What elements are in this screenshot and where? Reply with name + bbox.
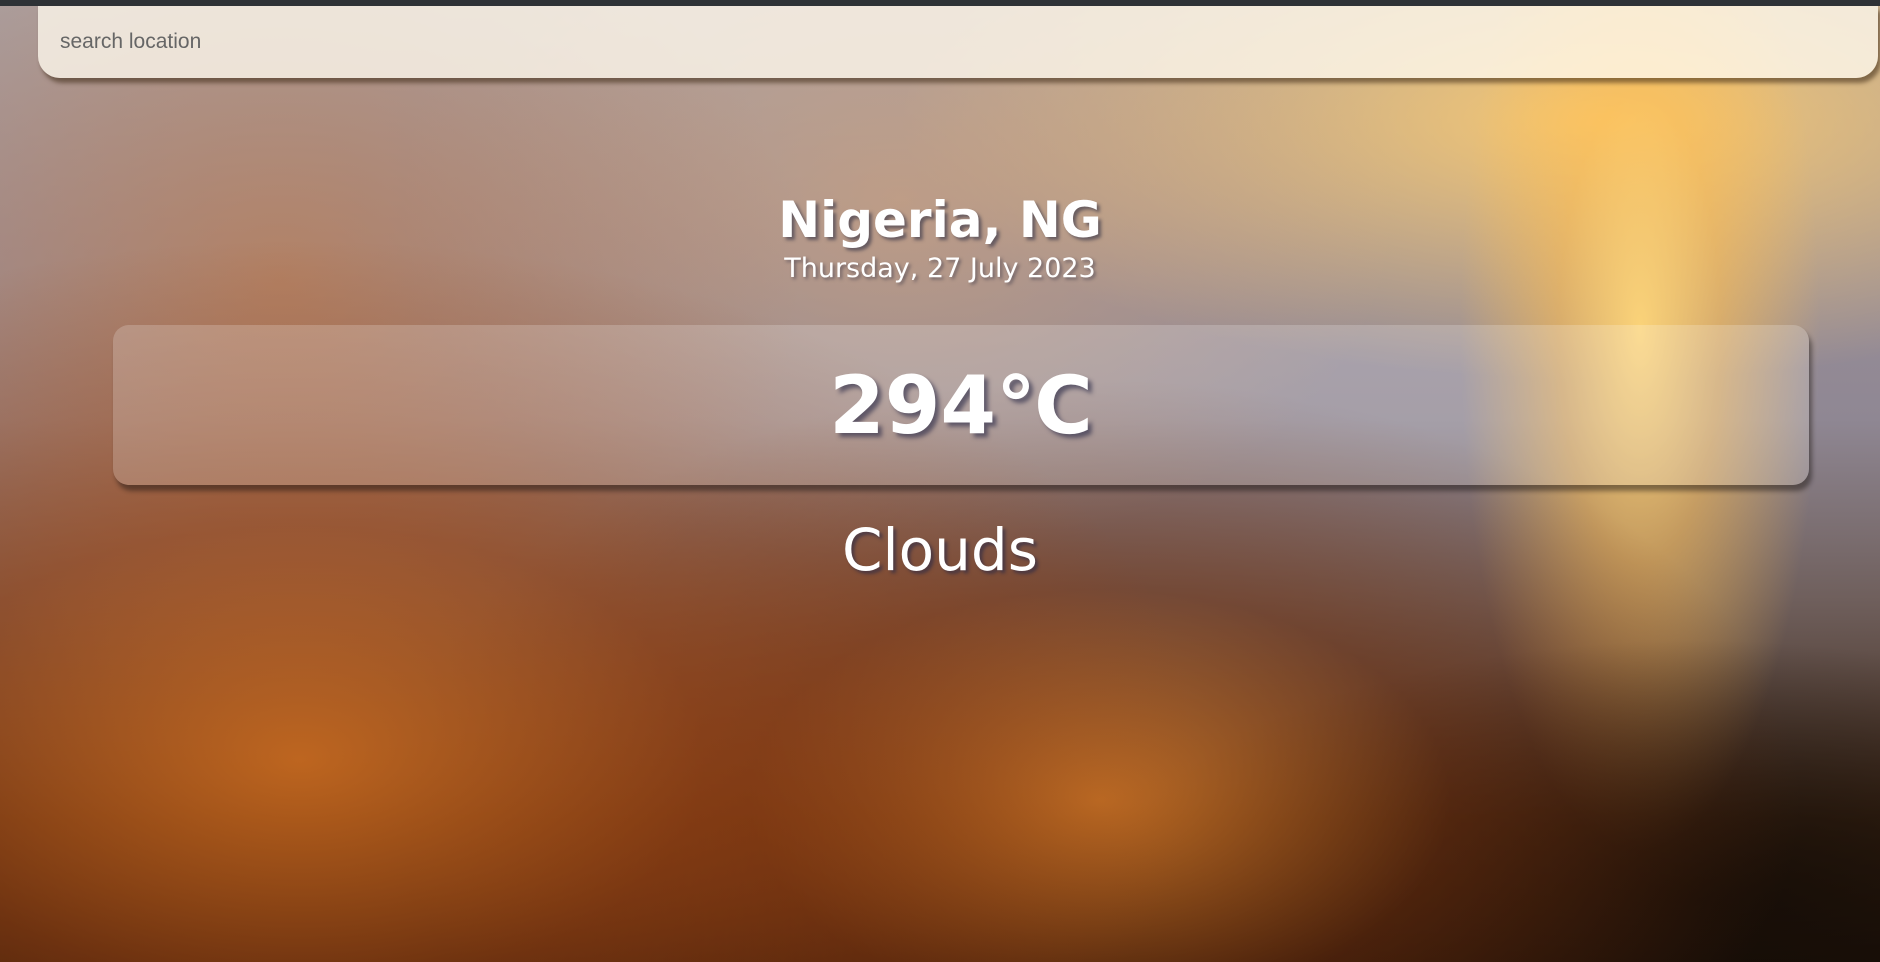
- location-box: Nigeria, NG Thursday, 27 July 2023: [0, 190, 1880, 286]
- temperature-value: 294℃: [829, 358, 1093, 452]
- search-box: [38, 6, 1878, 78]
- location-name: Nigeria, NG: [778, 191, 1102, 249]
- current-date: Thursday, 27 July 2023: [784, 253, 1096, 284]
- weather-condition: Clouds: [842, 516, 1038, 584]
- temperature-box: 294℃: [113, 325, 1809, 485]
- search-input[interactable]: [38, 6, 1878, 78]
